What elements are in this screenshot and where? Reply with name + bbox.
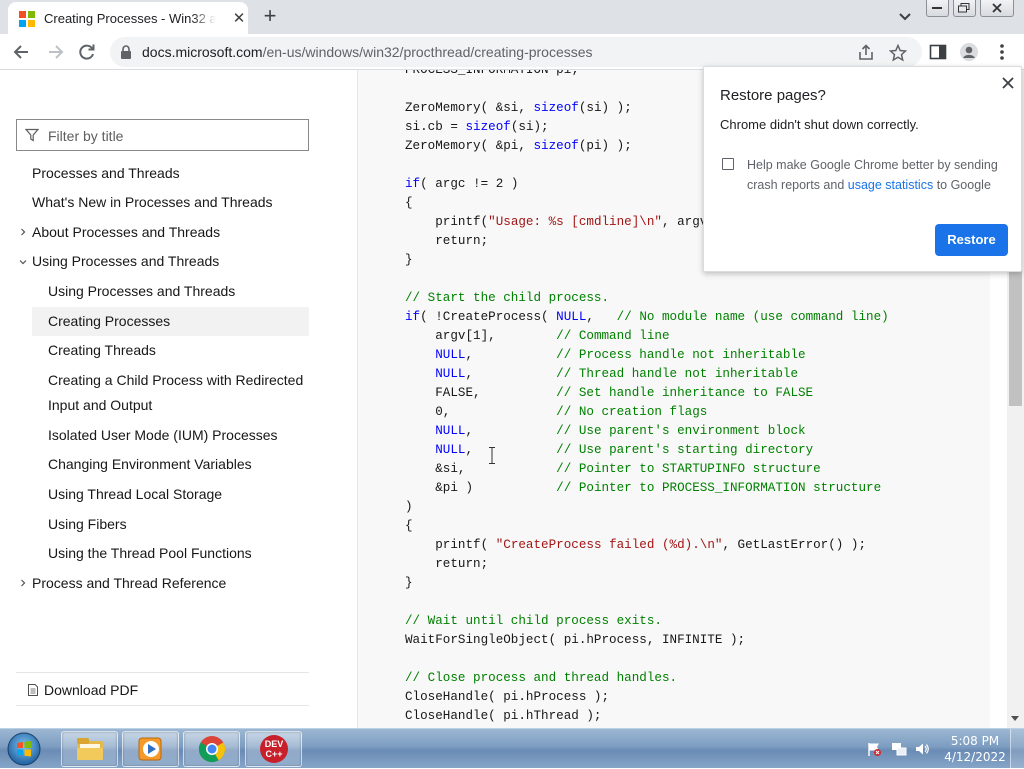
address-bar[interactable]: docs.microsoft.com/en-us/windows/win32/p… (110, 37, 922, 67)
microsoft-logo-icon (19, 11, 35, 27)
filter-input[interactable] (48, 126, 298, 146)
url-host: docs.microsoft.com (142, 44, 263, 60)
toc-item-about-processes[interactable]: About Processes and Threads (32, 220, 220, 245)
share-icon[interactable] (857, 44, 875, 62)
crash-report-label: Help make Google Chrome better by sendin… (747, 155, 1007, 195)
show-desktop-button[interactable] (1010, 729, 1024, 769)
tab-title: Creating Processes - Win32 apps (44, 11, 216, 26)
taskbar-devcpp[interactable]: DEV C++ (245, 731, 302, 767)
side-panel-icon[interactable] (928, 42, 948, 62)
toc-item-using-processes[interactable]: Using Processes and Threads (32, 249, 219, 274)
browser-tab[interactable]: Creating Processes - Win32 apps ✕ (8, 2, 248, 34)
window-controls (926, 0, 1018, 18)
start-orb-icon[interactable] (4, 730, 44, 768)
download-pdf-label: Download PDF (44, 682, 139, 698)
dialog-message: Chrome didn't shut down correctly. (720, 117, 919, 132)
svg-text:C++: C++ (265, 749, 282, 759)
tab-search-chevron-icon[interactable] (896, 10, 914, 24)
forward-arrow-icon[interactable] (45, 42, 65, 62)
restore-button[interactable]: Restore (935, 224, 1008, 256)
folder-icon (76, 738, 103, 760)
taskbar-explorer[interactable] (61, 731, 118, 767)
document-icon (28, 684, 38, 696)
taskbar-media-player[interactable] (122, 731, 179, 767)
usage-statistics-link[interactable]: usage statistics (848, 178, 933, 192)
chevron-right-icon[interactable] (19, 228, 27, 236)
clock-date: 4/12/2022 (944, 750, 1006, 764)
url-path: /en-us/windows/win32/procthread/creating… (262, 44, 593, 60)
scrollbar-thumb[interactable] (1009, 270, 1022, 406)
media-player-icon (138, 737, 161, 761)
toc-item-using-fibers[interactable]: Using Fibers (48, 512, 127, 537)
back-arrow-icon[interactable] (12, 42, 32, 62)
restore-pages-dialog: Restore pages? Chrome didn't shut down c… (703, 66, 1022, 272)
lock-icon[interactable] (120, 45, 132, 59)
close-icon[interactable] (1001, 76, 1015, 90)
download-pdf-button[interactable]: Download PDF (16, 672, 309, 706)
toc-item-processes-and-threads[interactable]: Processes and Threads (32, 161, 180, 186)
chrome-icon (198, 736, 225, 763)
bookmark-star-icon[interactable] (889, 44, 907, 62)
toc-item-ium-processes[interactable]: Isolated User Mode (IUM) Processes (48, 423, 278, 448)
url-text: docs.microsoft.com/en-us/windows/win32/p… (142, 44, 593, 60)
system-clock[interactable]: 5:08 PM 4/12/2022 (944, 733, 1006, 765)
scroll-down-arrow-icon[interactable] (1011, 716, 1019, 721)
chrome-menu-icon[interactable] (992, 42, 1012, 62)
toc-item-thread-pool[interactable]: Using the Thread Pool Functions (48, 541, 252, 566)
volume-icon[interactable] (914, 741, 930, 757)
toc-item-whats-new[interactable]: What's New in Processes and Threads (32, 190, 273, 215)
minimize-button[interactable] (926, 0, 949, 17)
toc-item-creating-threads[interactable]: Creating Threads (48, 338, 156, 363)
browser-toolbar: docs.microsoft.com/en-us/windows/win32/p… (0, 34, 1024, 70)
toc-item-child-process-redirected[interactable]: Creating a Child Process with Redirected… (48, 368, 308, 418)
filter-funnel-icon (25, 128, 39, 142)
reload-icon[interactable] (77, 42, 97, 62)
tab-strip: Creating Processes - Win32 apps ✕ + (0, 0, 1024, 34)
toc-item-thread-local-storage[interactable]: Using Thread Local Storage (48, 482, 222, 507)
toc-sidebar: Processes and Threads What's New in Proc… (0, 70, 358, 728)
chevron-down-icon[interactable] (19, 258, 27, 266)
maximize-button[interactable] (952, 0, 976, 17)
filter-box (16, 119, 309, 151)
toc-item-environment-variables[interactable]: Changing Environment Variables (48, 452, 252, 477)
toc-item-creating-processes[interactable]: Creating Processes (32, 307, 309, 336)
clock-time: 5:08 PM (950, 734, 1000, 748)
svg-text:DEV: DEV (264, 739, 283, 749)
action-center-flag-icon[interactable] (866, 741, 882, 757)
crash-report-text-end: to Google (933, 178, 991, 192)
toc-item-using-processes-sub[interactable]: Using Processes and Threads (48, 279, 235, 304)
dialog-title: Restore pages? (720, 87, 826, 104)
network-icon[interactable] (891, 741, 907, 757)
close-window-button[interactable] (979, 0, 1014, 17)
devcpp-icon: DEV C++ (259, 735, 288, 763)
crash-report-checkbox[interactable] (722, 158, 734, 170)
text-cursor-icon (489, 447, 495, 464)
taskbar-chrome[interactable] (183, 731, 240, 767)
toc-item-process-thread-reference[interactable]: Process and Thread Reference (32, 571, 226, 596)
windows-taskbar: DEV C++ 5:08 PM 4/12/2022 (0, 728, 1024, 769)
profile-avatar-icon[interactable] (959, 42, 979, 62)
tab-close-icon[interactable]: ✕ (230, 10, 248, 28)
chevron-right-icon[interactable] (19, 579, 27, 587)
new-tab-button[interactable]: + (259, 5, 281, 27)
